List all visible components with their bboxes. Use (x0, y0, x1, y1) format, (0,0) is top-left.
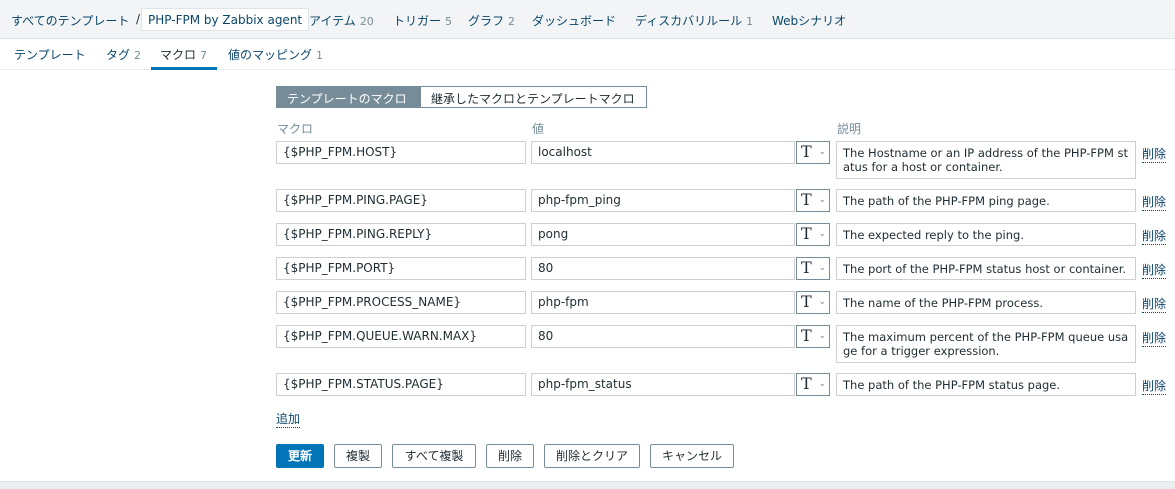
remove-macro-link[interactable]: 削除 (1142, 145, 1167, 163)
macro-name-input[interactable]: {$PHP_FPM.PING.PAGE} (276, 189, 526, 212)
tab-bar: テンプレート タグ 2 マクロ 7 値のマッピング 1 (0, 39, 1175, 70)
macro-name-input[interactable]: {$PHP_FPM.PING.REPLY} (276, 223, 526, 246)
macro-value-input[interactable]: localhost (531, 141, 795, 164)
macro-description-input[interactable]: The name of the PHP-FPM process. (836, 291, 1136, 314)
text-type-icon: T (801, 258, 812, 277)
macro-value-input[interactable]: php-fpm (531, 291, 795, 314)
tab-template[interactable]: テンプレート (14, 46, 86, 63)
active-tab-indicator (151, 67, 217, 70)
breadcrumb-current-template[interactable]: PHP-FPM by Zabbix agent (141, 8, 310, 31)
breadcrumb-graphs[interactable]: グラフ 2 (468, 12, 515, 29)
delete-button[interactable]: 削除 (486, 444, 534, 468)
macro-name-input[interactable]: {$PHP_FPM.PORT} (276, 257, 526, 280)
template-macros-toggle[interactable]: テンプレートのマクロ (276, 86, 420, 108)
tab-value-mapping[interactable]: 値のマッピング 1 (228, 46, 323, 63)
macro-name-input[interactable]: {$PHP_FPM.HOST} (276, 141, 526, 164)
macro-value-input[interactable]: php-fpm_ping (531, 189, 795, 212)
remove-macro-link[interactable]: 削除 (1142, 193, 1167, 211)
value-type-dropdown[interactable]: T ⌄ (796, 141, 830, 164)
breadcrumb-dashboards[interactable]: ダッシュボード (532, 12, 616, 29)
breadcrumb-triggers[interactable]: トリガー 5 (393, 12, 452, 29)
macro-form-card: テンプレート タグ 2 マクロ 7 値のマッピング 1 テンプレートのマクロ 継承した… (0, 39, 1175, 482)
macro-description-input[interactable]: The expected reply to the ping. (836, 223, 1136, 246)
tab-tags[interactable]: タグ 2 (106, 46, 141, 63)
breadcrumb-items[interactable]: アイテム 20 (309, 12, 374, 29)
breadcrumb-separator: / (136, 12, 141, 26)
value-type-dropdown[interactable]: T ⌄ (796, 189, 830, 212)
value-type-dropdown[interactable]: T ⌄ (796, 291, 830, 314)
macro-description-input[interactable]: The path of the PHP-FPM ping page. (836, 189, 1136, 212)
chevron-down-icon: ⌄ (818, 379, 826, 389)
remove-macro-link[interactable]: 削除 (1142, 295, 1167, 313)
macro-description-input[interactable]: The Hostname or an IP address of the PHP… (836, 141, 1136, 179)
value-type-dropdown[interactable]: T ⌄ (796, 325, 830, 348)
macro-description-input[interactable]: The port of the PHP-FPM status host or c… (836, 257, 1136, 280)
cancel-button[interactable]: キャンセル (650, 444, 734, 468)
remove-macro-link[interactable]: 削除 (1142, 329, 1167, 347)
macro-description-input[interactable]: The path of the PHP-FPM status page. (836, 373, 1136, 396)
value-type-dropdown[interactable]: T ⌄ (796, 257, 830, 280)
text-type-icon: T (801, 224, 812, 243)
delete-and-clear-button[interactable]: 削除とクリア (544, 444, 640, 468)
macro-name-input[interactable]: {$PHP_FPM.QUEUE.WARN.MAX} (276, 325, 526, 348)
chevron-down-icon: ⌄ (818, 331, 826, 341)
update-button[interactable]: 更新 (276, 444, 324, 468)
chevron-down-icon: ⌄ (818, 297, 826, 307)
macro-value-input[interactable]: 80 (531, 325, 795, 348)
full-clone-button[interactable]: すべて複製 (392, 444, 476, 468)
breadcrumb-discovery-rules[interactable]: ディスカバリルール 1 (635, 12, 753, 29)
column-header-macro: マクロ (277, 122, 314, 136)
text-type-icon: T (801, 326, 812, 345)
add-macro-link[interactable]: 追加 (276, 410, 301, 428)
tab-macros[interactable]: マクロ 7 (160, 46, 207, 63)
remove-macro-link[interactable]: 削除 (1142, 377, 1167, 395)
chevron-down-icon: ⌄ (818, 229, 826, 239)
value-type-dropdown[interactable]: T ⌄ (796, 373, 830, 396)
text-type-icon: T (801, 190, 812, 209)
chevron-down-icon: ⌄ (818, 147, 826, 157)
remove-macro-link[interactable]: 削除 (1142, 227, 1167, 245)
macro-value-input[interactable]: 80 (531, 257, 795, 280)
macro-name-input[interactable]: {$PHP_FPM.STATUS.PAGE} (276, 373, 526, 396)
macro-description-input[interactable]: The maximum percent of the PHP-FPM queue… (836, 325, 1136, 363)
macro-name-input[interactable]: {$PHP_FPM.PROCESS_NAME} (276, 291, 526, 314)
text-type-icon: T (801, 142, 812, 161)
inherited-macros-toggle[interactable]: 継承したマクロとテンプレートマクロ (420, 86, 647, 108)
breadcrumb: すべてのテンプレート / PHP-FPM by Zabbix agent アイテ… (0, 0, 1175, 39)
macro-value-input[interactable]: pong (531, 223, 795, 246)
column-header-value: 値 (532, 122, 545, 136)
macro-value-input[interactable]: php-fpm_status (531, 373, 795, 396)
breadcrumb-web-scenarios[interactable]: Webシナリオ (772, 12, 846, 29)
text-type-icon: T (801, 292, 812, 311)
clone-button[interactable]: 複製 (334, 444, 382, 468)
chevron-down-icon: ⌄ (818, 263, 826, 273)
text-type-icon: T (801, 374, 812, 393)
chevron-down-icon: ⌄ (818, 195, 826, 205)
breadcrumb-all-templates[interactable]: すべてのテンプレート (11, 12, 129, 29)
column-header-description: 説明 (837, 122, 862, 136)
value-type-dropdown[interactable]: T ⌄ (796, 223, 830, 246)
remove-macro-link[interactable]: 削除 (1142, 261, 1167, 279)
